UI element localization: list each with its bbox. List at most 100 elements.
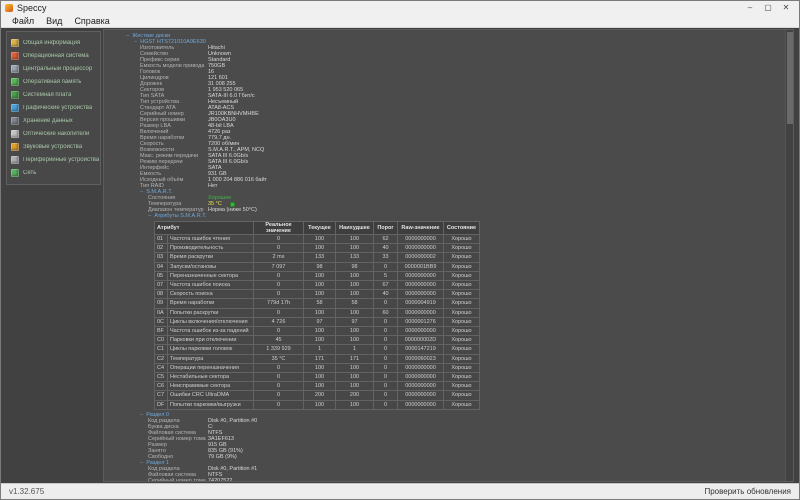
sidebar-item[interactable]: Сеть — [11, 166, 100, 179]
attribute-name: Нестабильные сектора — [168, 373, 254, 382]
attribute-real-value: 0 — [254, 363, 304, 372]
menu-item[interactable]: Файл — [6, 15, 40, 28]
attribute-raw-value: 0000000000 — [398, 382, 444, 391]
attribute-id: 01 — [155, 235, 168, 244]
tree-node-smart-attributes[interactable]: Атрибуты S.M.A.R.T. — [154, 213, 206, 219]
smart-attribute-row: C2 Температура 35 °C 171 171 0 000006002… — [155, 354, 480, 363]
attribute-current: 1 — [304, 345, 336, 354]
sidebar-item-label: Оперативная память — [23, 79, 81, 85]
sidebar-item-label: Периферийные устройства — [23, 157, 99, 163]
attribute-current: 100 — [304, 308, 336, 317]
header-worst: Наихудшее — [336, 222, 374, 235]
collapse-icon[interactable] — [148, 213, 151, 219]
attribute-current: 100 — [304, 373, 336, 382]
attribute-threshold: 40 — [374, 244, 398, 253]
ram-icon — [11, 78, 19, 86]
attribute-current: 98 — [304, 262, 336, 271]
attribute-status: Хорошо — [444, 345, 480, 354]
attribute-id: C4 — [155, 363, 168, 372]
sidebar-item[interactable]: Центральный процессор — [11, 62, 100, 75]
title-bar[interactable]: Speccy – ▢ ✕ — [1, 1, 799, 15]
attribute-current: 100 — [304, 271, 336, 280]
smart-attribute-row: C7 Ошибки CRC UltraDMA 0 200 200 0 00000… — [155, 391, 480, 400]
smart-attribute-row: C1 Циклы парковки головок 1 339 929 1 1 … — [155, 345, 480, 354]
attribute-current: 97 — [304, 317, 336, 326]
attribute-threshold: 60 — [374, 308, 398, 317]
sidebar-item-label: Звуковые устройства — [23, 144, 82, 150]
attribute-threshold: 0 — [374, 373, 398, 382]
menu-bar: Файл Вид Справка — [1, 15, 799, 28]
motherboard-icon — [11, 91, 19, 99]
attribute-id: C1 — [155, 345, 168, 354]
attribute-status: Хорошо — [444, 281, 480, 290]
smart-attribute-row: C4 Операции переназначения 0 100 100 0 0… — [155, 363, 480, 372]
header-attribute: Атрибут — [155, 222, 254, 235]
menu-item[interactable]: Справка — [68, 15, 115, 28]
attribute-raw-value: 0000000000 — [398, 391, 444, 400]
close-button[interactable]: ✕ — [777, 1, 795, 15]
vertical-scrollbar[interactable] — [785, 30, 793, 481]
attribute-real-value: 2 ms — [254, 253, 304, 262]
attribute-worst: 100 — [336, 336, 374, 345]
partition-1-fields: Код раздела Disk #0, Partition #1 Файлов… — [104, 466, 793, 482]
attribute-current: 100 — [304, 281, 336, 290]
sidebar-item[interactable]: Общая информация — [11, 36, 100, 49]
attribute-status: Хорошо — [444, 308, 480, 317]
maximize-button[interactable]: ▢ — [759, 1, 777, 15]
sidebar-item[interactable]: Системная плата — [11, 88, 100, 101]
attribute-status: Хорошо — [444, 354, 480, 363]
attribute-raw-value: 0000004919 — [398, 299, 444, 308]
attribute-name: Переназначенные сектора — [168, 271, 254, 280]
attribute-name: Операции переназначения — [168, 363, 254, 372]
attribute-id: DF — [155, 400, 168, 409]
smart-attribute-row: DF Попытки парковки/выгрузки 0 100 100 0… — [155, 400, 480, 409]
sidebar-item[interactable]: Периферийные устройства — [11, 153, 100, 166]
attribute-worst: 100 — [336, 400, 374, 409]
sidebar-item[interactable]: Звуковые устройства — [11, 140, 100, 153]
attribute-threshold: 0 — [374, 336, 398, 345]
smart-attribute-row: 04 Запуски/остановы 7 097 98 98 0 000000… — [155, 262, 480, 271]
attribute-name: Температура — [168, 354, 254, 363]
attribute-current: 100 — [304, 363, 336, 372]
attribute-raw-value: 0000000000 — [398, 373, 444, 382]
attribute-name: Парковки при отключении — [168, 336, 254, 345]
attribute-name: Неисправимые сектора — [168, 382, 254, 391]
scrollbar-thumb[interactable] — [787, 32, 793, 124]
attribute-status: Хорошо — [444, 262, 480, 271]
attribute-name: Циклы парковки головок — [168, 345, 254, 354]
attribute-worst: 100 — [336, 235, 374, 244]
attribute-name: Запуски/остановы — [168, 262, 254, 271]
menu-item[interactable]: Вид — [40, 15, 68, 28]
attribute-current: 100 — [304, 235, 336, 244]
attribute-id: C0 — [155, 336, 168, 345]
sidebar: Общая информация Операционная система Це… — [6, 31, 101, 185]
sidebar-item[interactable]: Хранение данных — [11, 114, 100, 127]
attribute-current: 58 — [304, 299, 336, 308]
attribute-raw-value: 0000000000 — [398, 363, 444, 372]
attribute-raw-value: 0000000000 — [398, 271, 444, 280]
attribute-real-value: 4 726 — [254, 317, 304, 326]
attribute-raw-value: 0000000000 — [398, 235, 444, 244]
app-version: v1.32.675 — [9, 487, 44, 496]
attribute-id: 05 — [155, 271, 168, 280]
attribute-status: Хорошо — [444, 244, 480, 253]
minimize-button[interactable]: – — [741, 1, 759, 15]
attribute-real-value: 0 — [254, 235, 304, 244]
check-updates-link[interactable]: Проверить обновления — [704, 487, 791, 496]
status-bar: v1.32.675 Проверить обновления — [1, 483, 799, 499]
attribute-name: Производительность — [168, 244, 254, 253]
attribute-current: 100 — [304, 290, 336, 299]
sidebar-item[interactable]: Оперативная память — [11, 75, 100, 88]
attribute-raw-value: 0000000000 — [398, 244, 444, 253]
attribute-id: C5 — [155, 373, 168, 382]
sidebar-item-label: Графические устройства — [23, 105, 92, 111]
attribute-real-value: 0 — [254, 281, 304, 290]
storage-tree: Жесткие диски HGST HTS721010A9E630 Изгот… — [104, 33, 793, 482]
sidebar-item[interactable]: Оптические накопители — [11, 127, 100, 140]
sidebar-item[interactable]: Графические устройства — [11, 101, 100, 114]
sidebar-item[interactable]: Операционная система — [11, 49, 100, 62]
smart-attribute-row: 07 Частота ошибок поиска 0 100 100 67 00… — [155, 281, 480, 290]
attribute-worst: 171 — [336, 354, 374, 363]
attribute-threshold: 0 — [374, 317, 398, 326]
attribute-threshold: 0 — [374, 354, 398, 363]
